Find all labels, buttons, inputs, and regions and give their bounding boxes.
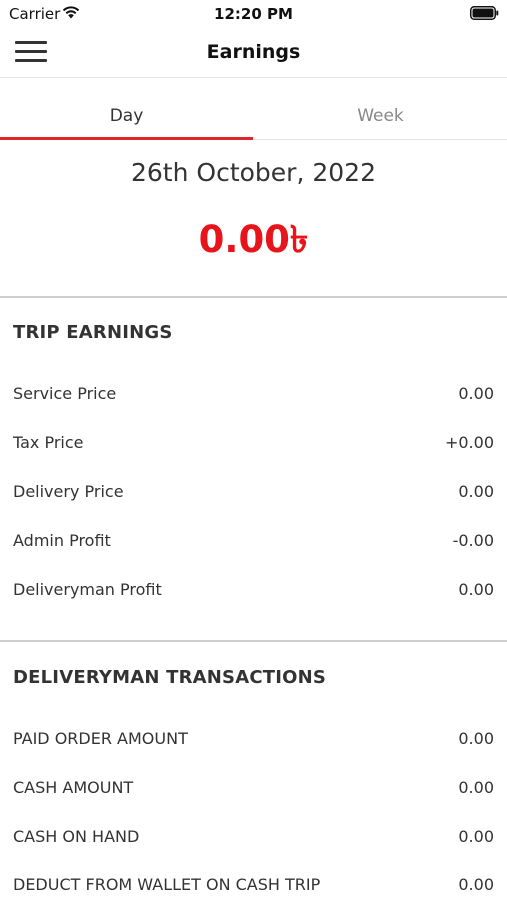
tab-day[interactable]: Day [0,95,253,140]
row-value: 0.00 [458,827,494,846]
status-time: 12:20 PM [214,5,293,23]
paid-order-amount-row: PAID ORDER AMOUNT 0.00 [13,729,494,753]
row-label: Delivery Price [13,482,124,501]
navigation-bar: Earnings [0,28,507,78]
row-value: 0.00 [458,729,494,748]
status-bar: Carrier 12:20 PM [0,0,507,28]
row-label: PAID ORDER AMOUNT [13,729,188,748]
page-title: Earnings [206,41,301,63]
row-value: 0.00 [458,482,494,501]
row-value: 0.00 [458,580,494,599]
section-divider [0,296,507,298]
trip-earnings-title: TRIP EARNINGS [13,322,173,343]
service-price-row: Service Price 0.00 [13,384,494,408]
row-label: Deliveryman Profit [13,580,162,599]
row-label: Tax Price [13,433,84,452]
deliveryman-transactions-title: DELIVERYMAN TRANSACTIONS [13,667,327,688]
row-value: +0.00 [444,433,494,452]
row-label: Service Price [13,384,117,403]
row-value: 0.00 [458,875,494,894]
cash-amount-row: CASH AMOUNT 0.00 [13,778,494,802]
period-tabs: Day Week [0,95,507,140]
deliveryman-profit-row: Deliveryman Profit 0.00 [13,580,494,604]
tax-price-row: Tax Price +0.00 [13,433,494,457]
row-label: DEDUCT FROM WALLET ON CASH TRIP [13,875,321,894]
row-label: Admin Profit [13,531,111,550]
deduct-from-wallet-row: DEDUCT FROM WALLET ON CASH TRIP 0.00 [13,875,494,899]
cash-on-hand-row: CASH ON HAND 0.00 [13,827,494,851]
tab-week[interactable]: Week [254,95,507,140]
earnings-date: 26th October, 2022 [131,158,376,187]
row-value: 0.00 [458,778,494,797]
row-label: CASH ON HAND [13,827,140,846]
admin-profit-row: Admin Profit -0.00 [13,531,494,555]
section-divider [0,640,507,642]
row-label: CASH AMOUNT [13,778,134,797]
total-earnings-amount: 0.00৳ [198,218,309,261]
row-value: 0.00 [458,384,494,403]
delivery-price-row: Delivery Price 0.00 [13,482,494,506]
row-value: -0.00 [452,531,494,550]
battery-icon [470,6,499,20]
